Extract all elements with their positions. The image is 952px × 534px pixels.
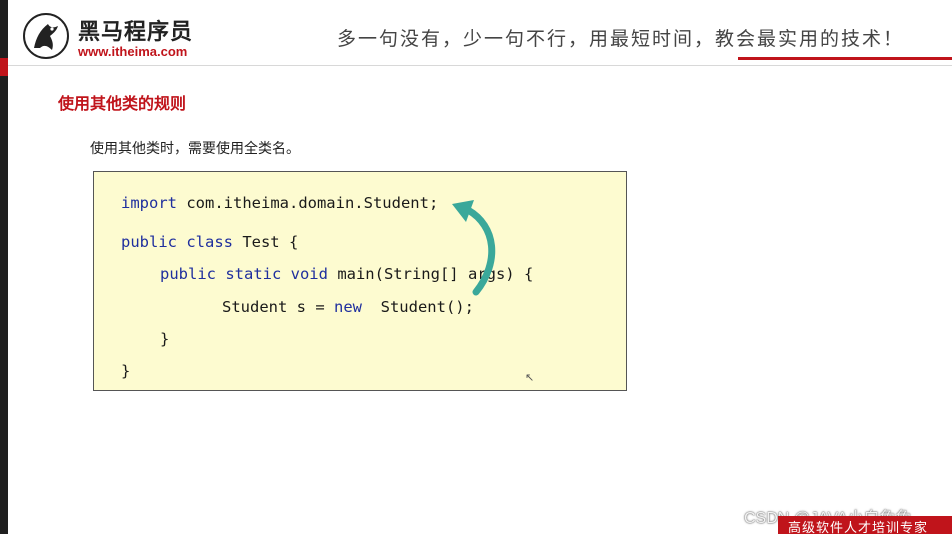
code-text: main(String[] args) { bbox=[327, 265, 534, 283]
code-text: com.itheima.domain.Student; bbox=[177, 194, 439, 212]
code-line-main: public static void main(String[] args) { bbox=[160, 265, 533, 283]
slide-description: 使用其他类时，需要使用全类名。 bbox=[90, 141, 300, 157]
code-keyword: import bbox=[121, 194, 177, 212]
brand-url: www.itheima.com bbox=[78, 44, 188, 59]
header-divider bbox=[8, 65, 952, 66]
code-line-class: public class Test { bbox=[121, 233, 298, 251]
slogan-text: 多一句没有，少一句不行，用最短时间，教会最实用的技术！ bbox=[336, 28, 904, 50]
left-accent-bar bbox=[0, 58, 8, 76]
code-block: import com.itheima.domain.Student; publi… bbox=[93, 171, 627, 391]
code-text: Student(); bbox=[361, 298, 474, 316]
code-line-import: import com.itheima.domain.Student; bbox=[121, 194, 438, 212]
code-text: Student s = bbox=[222, 298, 334, 316]
brand-name: 黑马程序员 bbox=[78, 20, 194, 45]
code-line-new: Student s = new Student(); bbox=[222, 298, 474, 316]
slide-title: 使用其他类的规则 bbox=[58, 94, 187, 113]
code-line-close-class: } bbox=[121, 362, 131, 380]
mouse-cursor-icon: ↖ bbox=[525, 371, 535, 384]
code-keyword: public static void bbox=[160, 265, 328, 283]
horse-logo-icon bbox=[23, 13, 69, 59]
left-frame-bar bbox=[0, 0, 8, 534]
code-text: Test { bbox=[232, 233, 299, 251]
code-keyword: new bbox=[333, 298, 362, 316]
code-keyword: public class bbox=[121, 233, 233, 251]
brand-logo: 黑马程序员 www.itheima.com bbox=[18, 10, 218, 62]
footer-band-text: 高级软件人才培训专家 bbox=[788, 521, 929, 534]
code-line-close-method: } bbox=[160, 330, 170, 348]
header-accent-line bbox=[738, 57, 952, 60]
